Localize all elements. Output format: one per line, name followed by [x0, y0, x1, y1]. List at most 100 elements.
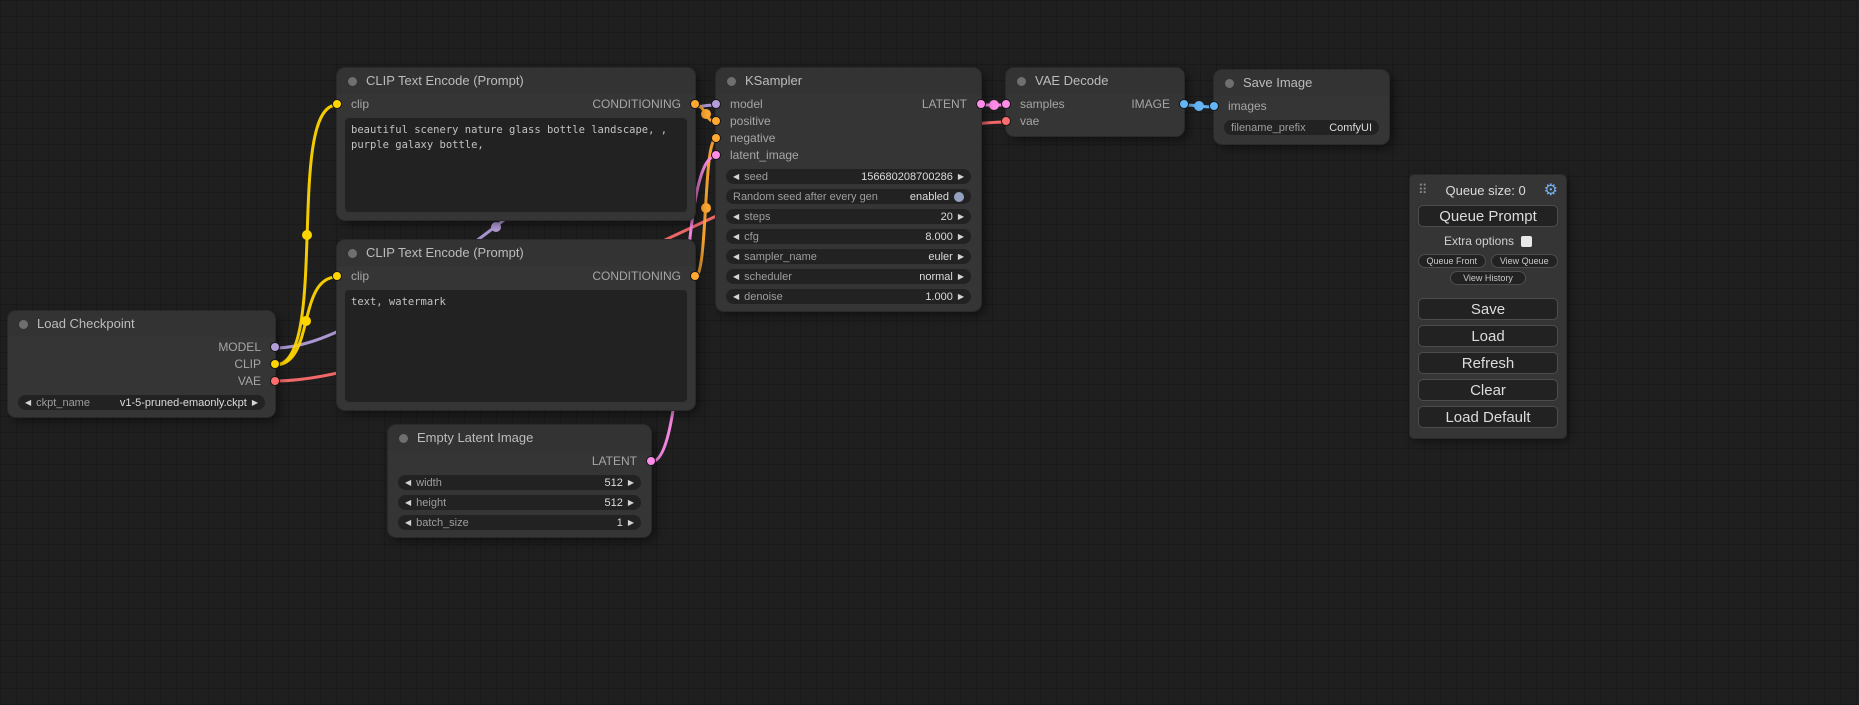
model-input-dot[interactable] [711, 99, 721, 109]
drag-handle-icon[interactable]: ⠿ [1418, 182, 1428, 198]
extra-options-checkbox[interactable] [1521, 236, 1532, 247]
widget-value: 1.000 [925, 291, 953, 303]
collapse-icon[interactable] [399, 434, 408, 443]
samples-input-dot[interactable] [1001, 99, 1011, 109]
vae-output-dot[interactable] [270, 376, 280, 386]
comfy-menu-panel: ⠿ Queue size: 0 ⚙ Queue Prompt Extra opt… [1410, 175, 1566, 438]
increment-arrow-icon[interactable]: ▶ [628, 515, 634, 530]
latent-image-input-dot[interactable] [711, 150, 721, 160]
increment-arrow-icon[interactable]: ▶ [958, 229, 964, 244]
vae-input-dot[interactable] [1001, 116, 1011, 126]
ckpt-name-widget[interactable]: ◀ ckpt_name v1-5-pruned-emaonly.ckpt ▶ [18, 395, 265, 410]
collapse-icon[interactable] [1225, 79, 1234, 88]
node-header[interactable]: Load Checkpoint [8, 311, 275, 337]
collapse-icon[interactable] [1017, 77, 1026, 86]
clear-button[interactable]: Clear [1418, 379, 1558, 401]
slot-label-latent: LATENT [922, 96, 967, 113]
increment-arrow-icon[interactable]: ▶ [958, 289, 964, 304]
queue-front-button[interactable]: Queue Front [1418, 254, 1486, 268]
slot-label-latent: LATENT [592, 453, 637, 470]
conditioning-output-dot[interactable] [690, 99, 700, 109]
increment-arrow-icon[interactable]: ▶ [628, 475, 634, 490]
node-header[interactable]: Empty Latent Image [388, 425, 651, 451]
positive-prompt-textarea[interactable]: beautiful scenery nature glass bottle la… [345, 118, 687, 212]
node-title-text: Empty Latent Image [417, 430, 533, 445]
negative-input-dot[interactable] [711, 133, 721, 143]
widget-value: 156680208700286 [861, 171, 953, 183]
clip-input-dot[interactable] [332, 99, 342, 109]
node-header[interactable]: Save Image [1214, 70, 1389, 96]
widget-name: height [416, 497, 446, 509]
denoise-widget[interactable]: ◀ denoise 1.000 ▶ [726, 289, 971, 304]
conditioning-output-dot[interactable] [690, 271, 700, 281]
save-button[interactable]: Save [1418, 298, 1558, 320]
positive-input-dot[interactable] [711, 116, 721, 126]
batch-size-widget[interactable]: ◀ batch_size 1 ▶ [398, 515, 641, 530]
steps-widget[interactable]: ◀ steps 20 ▶ [726, 209, 971, 224]
input-slot-negative: negative [716, 130, 981, 147]
node-clip-text-encode-positive[interactable]: CLIP Text Encode (Prompt) clip CONDITION… [337, 68, 695, 220]
node-save-image[interactable]: Save Image images filename_prefix ComfyU… [1214, 70, 1389, 144]
model-output-dot[interactable] [270, 342, 280, 352]
latent-output-dot[interactable] [646, 456, 656, 466]
decrement-arrow-icon[interactable]: ◀ [733, 209, 739, 224]
cfg-widget[interactable]: ◀ cfg 8.000 ▶ [726, 229, 971, 244]
sampler-name-widget[interactable]: ◀ sampler_name euler ▶ [726, 249, 971, 264]
view-queue-button[interactable]: View Queue [1491, 254, 1559, 268]
increment-arrow-icon[interactable]: ▶ [628, 495, 634, 510]
negative-prompt-textarea[interactable]: text, watermark [345, 290, 687, 402]
view-history-button[interactable]: View History [1450, 271, 1526, 285]
decrement-arrow-icon[interactable]: ◀ [405, 495, 411, 510]
image-output-dot[interactable] [1179, 99, 1189, 109]
node-vae-decode[interactable]: VAE Decode samples IMAGE vae [1006, 68, 1184, 136]
seed-widget[interactable]: ◀ seed 156680208700286 ▶ [726, 169, 971, 184]
settings-gear-icon[interactable]: ⚙ [1544, 180, 1558, 200]
node-load-checkpoint[interactable]: Load Checkpoint MODEL CLIP VAE ◀ ckpt_na… [8, 311, 275, 417]
node-ksampler[interactable]: KSampler model LATENT positive negative … [716, 68, 981, 311]
refresh-button[interactable]: Refresh [1418, 352, 1558, 374]
decrement-arrow-icon[interactable]: ◀ [733, 289, 739, 304]
next-value-arrow-icon[interactable]: ▶ [958, 249, 964, 264]
collapse-icon[interactable] [348, 249, 357, 258]
next-value-arrow-icon[interactable]: ▶ [252, 395, 258, 410]
decrement-arrow-icon[interactable]: ◀ [405, 515, 411, 530]
next-value-arrow-icon[interactable]: ▶ [958, 269, 964, 284]
load-button[interactable]: Load [1418, 325, 1558, 347]
output-slot-latent: LATENT [388, 453, 651, 470]
prev-value-arrow-icon[interactable]: ◀ [25, 395, 31, 410]
load-default-button[interactable]: Load Default [1418, 406, 1558, 428]
collapse-icon[interactable] [348, 77, 357, 86]
decrement-arrow-icon[interactable]: ◀ [405, 475, 411, 490]
images-input-dot[interactable] [1209, 101, 1219, 111]
queue-prompt-button[interactable]: Queue Prompt [1418, 205, 1558, 227]
prev-value-arrow-icon[interactable]: ◀ [733, 249, 739, 264]
collapse-icon[interactable] [19, 320, 28, 329]
node-clip-text-encode-negative[interactable]: CLIP Text Encode (Prompt) clip CONDITION… [337, 240, 695, 410]
output-slot-vae: VAE [8, 373, 275, 390]
prev-value-arrow-icon[interactable]: ◀ [733, 269, 739, 284]
clip-output-dot[interactable] [270, 359, 280, 369]
widget-name: denoise [744, 291, 783, 303]
decrement-arrow-icon[interactable]: ◀ [733, 169, 739, 184]
decrement-arrow-icon[interactable]: ◀ [733, 229, 739, 244]
width-widget[interactable]: ◀ width 512 ▶ [398, 475, 641, 490]
height-widget[interactable]: ◀ height 512 ▶ [398, 495, 641, 510]
scheduler-widget[interactable]: ◀ scheduler normal ▶ [726, 269, 971, 284]
collapse-icon[interactable] [727, 77, 736, 86]
node-header[interactable]: CLIP Text Encode (Prompt) [337, 240, 695, 266]
widget-value: ComfyUI [1329, 122, 1372, 134]
node-title-text: Load Checkpoint [37, 316, 135, 331]
toggle-enabled-icon[interactable] [954, 192, 964, 202]
random-seed-toggle-widget[interactable]: Random seed after every gen enabled [726, 189, 971, 204]
filename-prefix-widget[interactable]: filename_prefix ComfyUI [1224, 120, 1379, 135]
node-header[interactable]: CLIP Text Encode (Prompt) [337, 68, 695, 94]
latent-output-dot[interactable] [976, 99, 986, 109]
node-empty-latent-image[interactable]: Empty Latent Image LATENT ◀ width 512 ▶ … [388, 425, 651, 537]
input-slot-latent-image: latent_image [716, 147, 981, 164]
increment-arrow-icon[interactable]: ▶ [958, 209, 964, 224]
node-editor-canvas[interactable]: Load Checkpoint MODEL CLIP VAE ◀ ckpt_na… [0, 0, 1859, 705]
node-header[interactable]: VAE Decode [1006, 68, 1184, 94]
increment-arrow-icon[interactable]: ▶ [958, 169, 964, 184]
clip-input-dot[interactable] [332, 271, 342, 281]
node-header[interactable]: KSampler [716, 68, 981, 94]
